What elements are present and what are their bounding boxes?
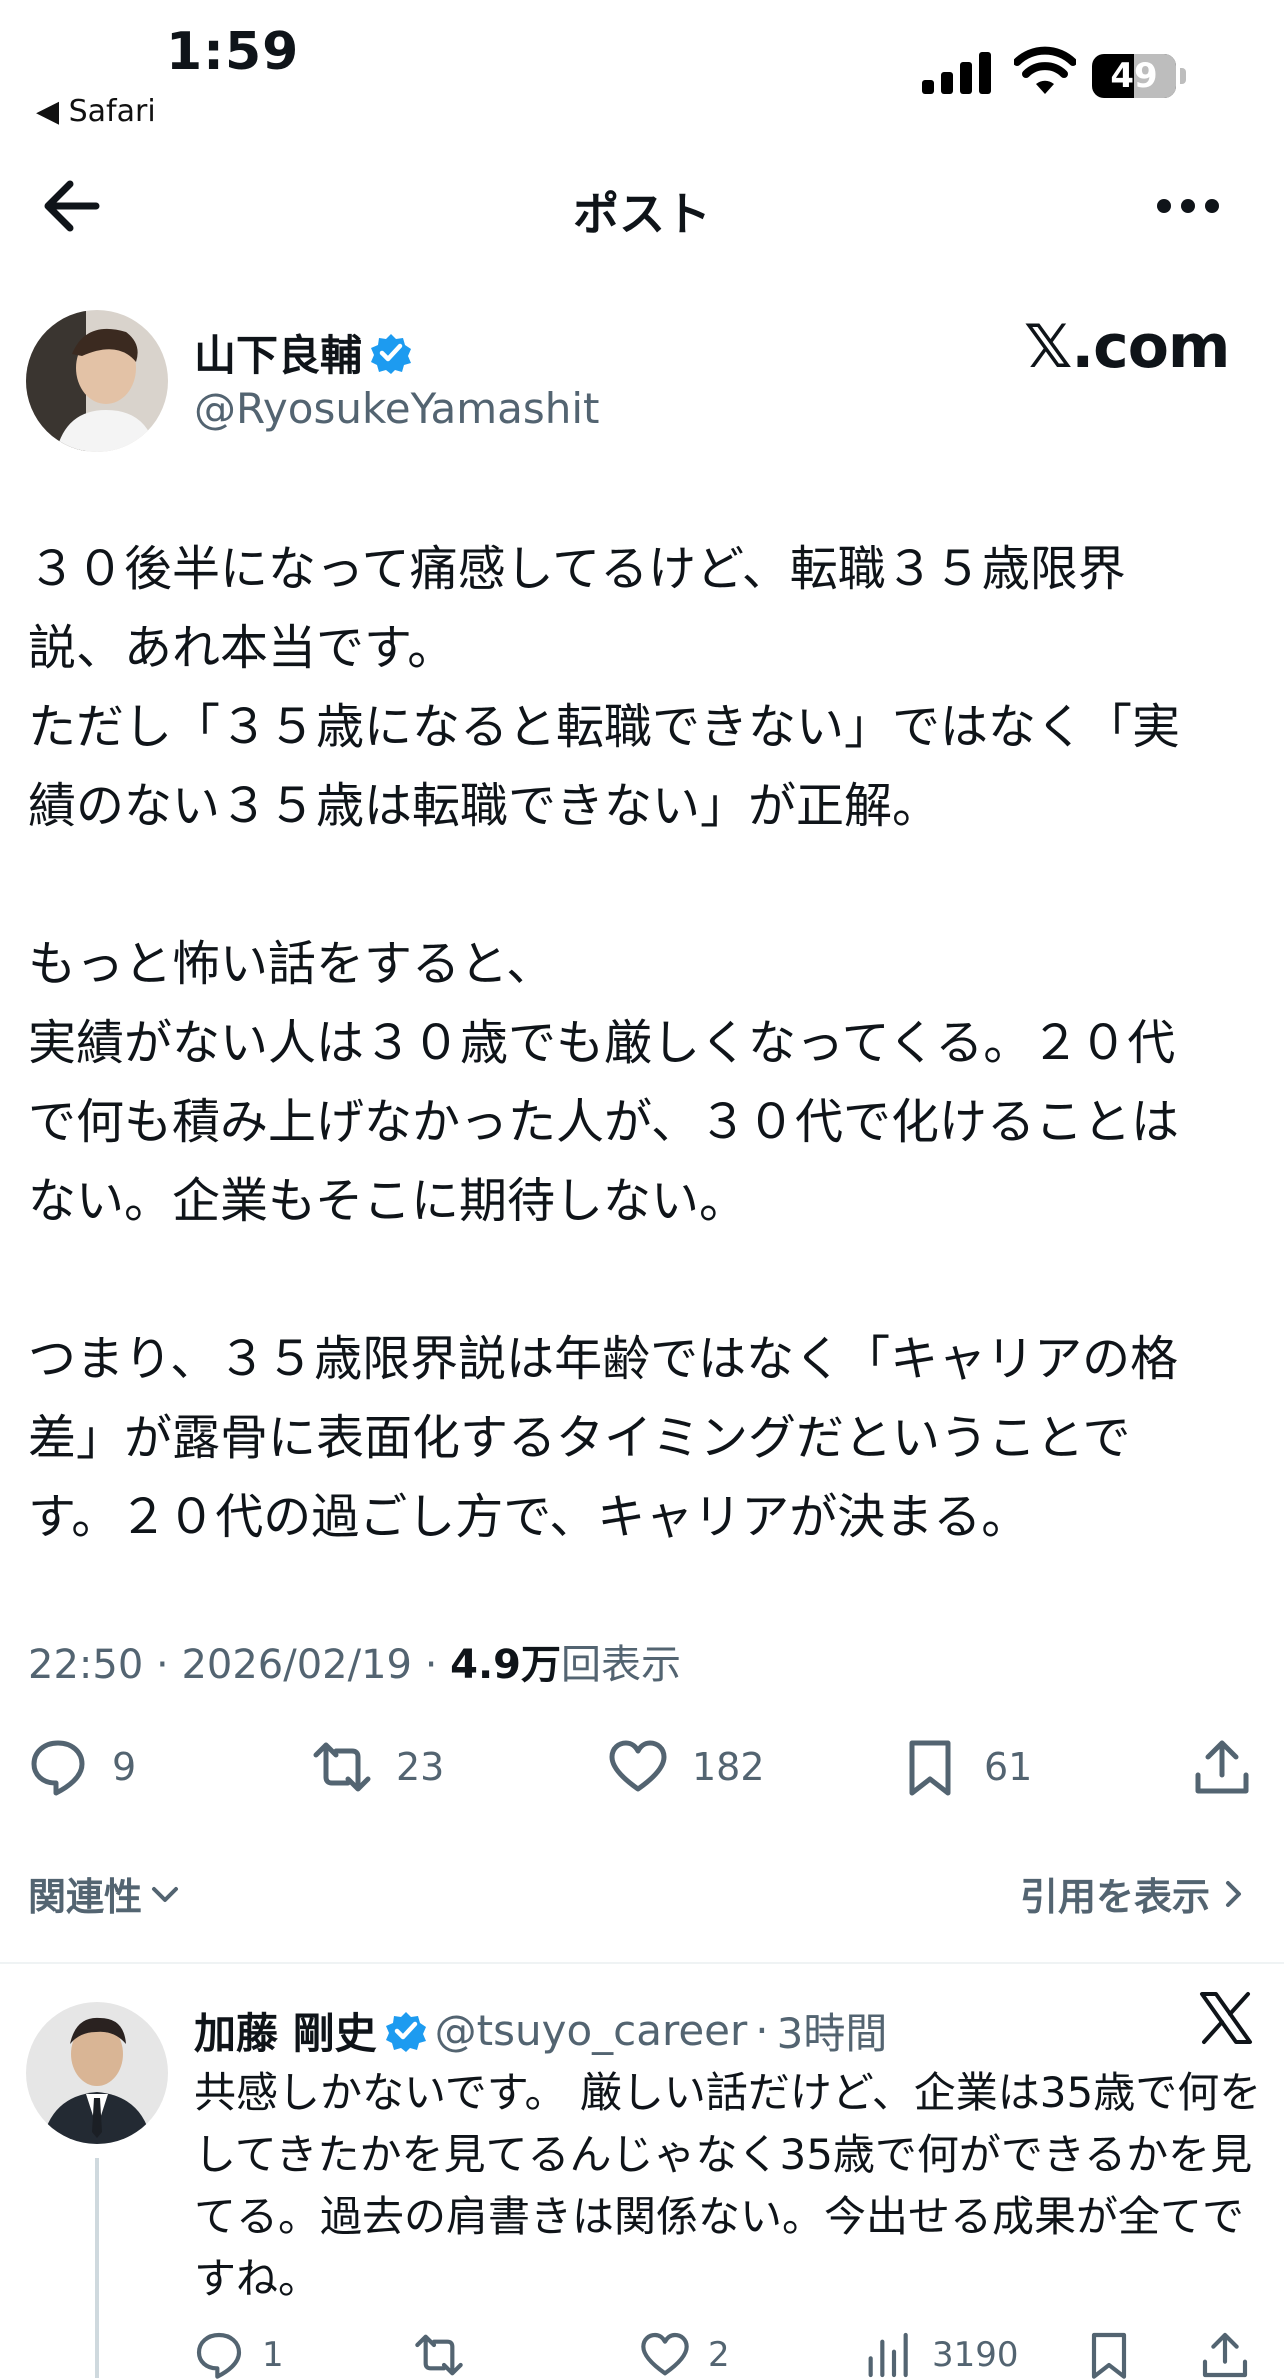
verified-badge-icon [385,2011,426,2052]
heart-icon [609,1740,667,1792]
divider [0,1962,1284,1964]
repost-button[interactable]: 23 [312,1735,444,1799]
repost-icon [313,1742,371,1792]
thread-line [95,2158,99,2378]
post-text: ３０後半になって痛感してるけど、転職３５歳限界 説、あれ本当です。 ただし「３５… [28,541,1181,1545]
view-count: 4.9万 [450,1642,561,1688]
wifi-icon [1014,46,1076,94]
bookmark-icon [1091,2332,1127,2379]
share-icon [1195,1740,1249,1794]
author-name: 山下良輔 [194,331,363,380]
reply-count: 9 [112,1745,137,1789]
battery-level: 49 [1110,56,1158,96]
view-label: 回表示 [561,1642,681,1688]
x-logo-icon [1200,1992,1252,2044]
reply-views[interactable]: 3190 [864,2330,1019,2380]
separator-dot: · [755,2006,769,2055]
back-to-safari-link[interactable]: ◀ Safari [36,94,156,129]
reply-bookmark-button[interactable] [1084,2330,1152,2380]
author-handle[interactable]: @RyosukeYamashit [194,384,600,433]
like-button[interactable]: 182 [608,1735,765,1799]
post-time: 22:50 [28,1642,144,1688]
bookmark-count: 61 [984,1745,1033,1789]
post-meta: 22:50 · 2026/02/19 · 4.9万回表示 [28,1642,681,1688]
author-name-row[interactable]: 山下良輔 [194,322,412,383]
reply-text: 共感しかないです。 厳しい話だけど、企業は35歳で何をしてきたかを見てるんじゃな… [194,2068,1262,2303]
repost-count: 23 [396,1745,445,1789]
reply-author-name[interactable]: 加藤 剛史 [194,2000,377,2061]
share-icon [1202,2332,1248,2378]
views-chart-icon [868,2332,908,2378]
x-com-watermark: 𝕏.com [1024,312,1230,382]
bookmark-icon [909,1740,951,1796]
relevance-label: 関連性 [28,1875,143,1919]
battery-icon: 49 [1092,54,1188,98]
reply-reply-button[interactable]: 1 [194,2330,284,2380]
author-avatar[interactable] [26,310,168,452]
reply-like-count: 2 [708,2335,730,2375]
like-count: 182 [692,1745,765,1789]
reply-header: 加藤 剛史 @tsuyo_career · 3時間 [194,2000,887,2061]
share-button[interactable] [1192,1735,1276,1799]
sort-relevance-dropdown[interactable]: 関連性 [28,1866,182,1921]
reply-author-avatar[interactable] [26,2002,168,2144]
heart-icon [641,2332,689,2376]
more-options-icon[interactable] [1156,196,1220,216]
reply-icon [196,2332,242,2379]
reply-icon [31,1740,85,1796]
post-date: 2026/02/19 [181,1642,412,1688]
view-quotes-link[interactable]: 引用を表示 [1020,1866,1250,1921]
repost-icon [415,2334,463,2376]
chevron-down-icon [152,1886,179,1902]
reply-share-button[interactable] [1200,2330,1268,2380]
page-title: ポスト [573,187,711,241]
verified-badge-icon [371,333,412,374]
bookmark-button[interactable]: 61 [900,1735,1032,1799]
reply-author-handle[interactable]: @tsuyo_career [435,2006,748,2055]
reply-time: 3時間 [776,2009,888,2058]
chevron-right-icon [1226,1880,1241,1907]
reply-repost-button[interactable] [414,2330,482,2380]
status-time: 1:59 [166,22,300,82]
reply-like-button[interactable]: 2 [640,2330,730,2380]
cellular-signal-icon [922,52,991,94]
reply-reply-count: 1 [262,2335,284,2375]
reply-button[interactable]: 9 [28,1735,136,1799]
quotes-label: 引用を表示 [1019,1875,1210,1919]
reply-view-count: 3190 [932,2335,1019,2375]
